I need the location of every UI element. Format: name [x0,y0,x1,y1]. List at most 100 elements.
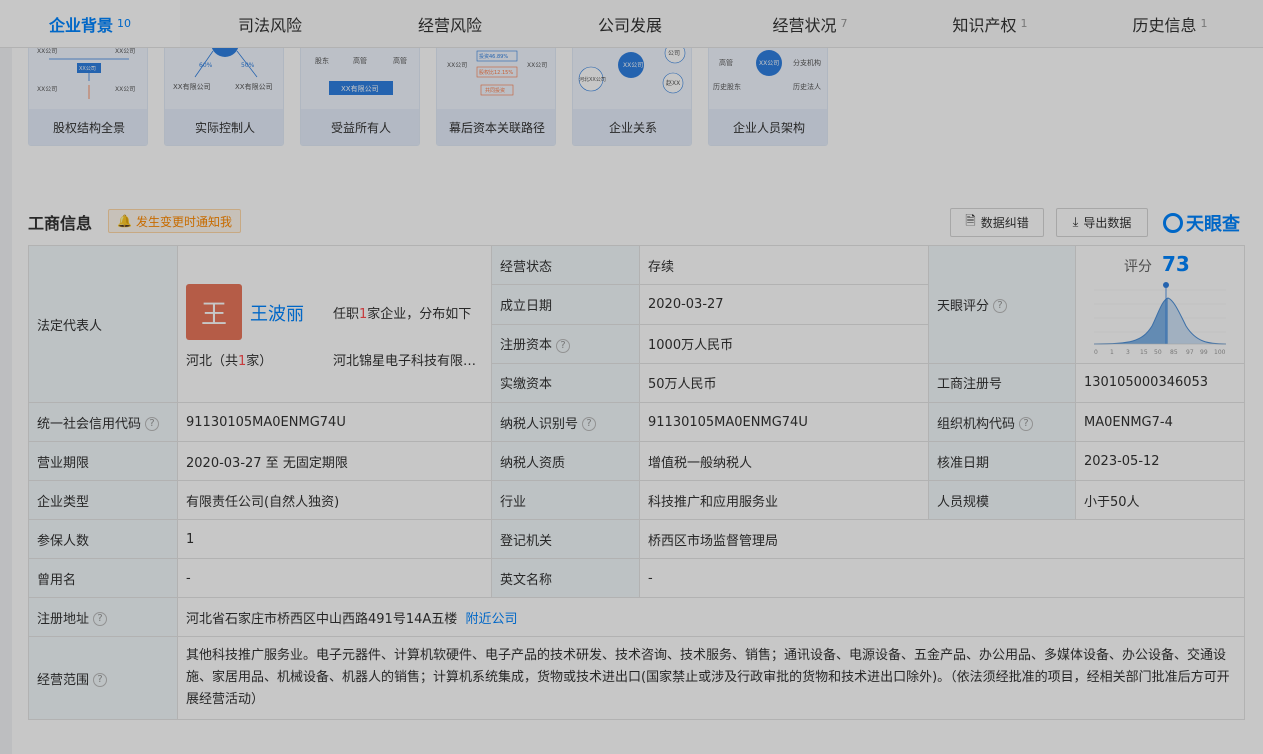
axis-tick: 0 [1094,349,1098,356]
tab-business-risk[interactable]: 经营风险 [360,0,540,47]
tab-badge: 10 [117,17,131,30]
card-beneficial-owner[interactable]: 股东 高管 高管 XX有限公司 受益所有人 [300,36,420,146]
card-equity-structure[interactable]: XX公司 XX公司 XX公司 XX公司 XX公司 股权结构全景 [28,36,148,146]
tab-label: 公司发展 [597,15,662,35]
tab-badge: 1 [1200,17,1208,30]
download-icon: ⤓ [1072,215,1079,230]
change-notify-button[interactable]: 🔔 发生变更时通知我 [108,209,241,233]
legal-rep-label: 法定代表人 [28,245,178,403]
legal-rep-region[interactable]: 河北（共1家） [186,350,272,369]
term-value: 2020-03-27 至 无固定期限 [177,441,492,481]
business-info-table: 法定代表人 王 王波丽 任职1家企业，分布如下 河北（共1家） 河北锦星电子科技… [28,244,1245,720]
industry-label: 行业 [491,480,640,520]
logo-text: 天眼查 [1186,213,1240,235]
tianyancha-logo: 天眼查 [1163,208,1240,237]
svg-text:股权比12.15%: 股权比12.15% [479,69,513,76]
card-enterprise-relation[interactable]: XX公司 公司 河北XX公司 赵XX 企业关系 [572,36,692,146]
page: 企业背景 10 司法风险 经营风险 公司发展 经营状况 7 知识产权 1 历史信息 1 … [0,0,1263,754]
export-label: 导出数据 [1083,216,1132,230]
authority-value: 桥西区市场监督管理局 [639,519,1245,559]
actual-controller-diagram-icon: 60% 50% XX有限公司 XX有限公司 [173,37,273,91]
tax-qual-value: 增值税一般纳税人 [639,441,929,481]
graph-cards: XX公司 XX公司 XX公司 XX公司 XX公司 股权结构全景 60% 50% … [28,36,828,146]
legal-rep-company-link[interactable]: 河北锦星电子科技有限公司 [333,350,483,369]
svg-text:XX公司: XX公司 [447,62,467,69]
found-date-label: 成立日期 [491,284,640,325]
avatar[interactable]: 王 [186,284,242,340]
english-name-value: - [639,558,1245,598]
help-icon[interactable]: ? [1019,417,1034,431]
svg-text:XX公司: XX公司 [115,86,135,93]
score-cell[interactable]: 评分 73 0 1 3 15 50 85 97 99 100 [1075,245,1245,364]
scope-value: 其他科技推广服务业。电子元器件、计算机软硬件、电子产品的技术研发、技术咨询、技术… [177,636,1245,720]
tab-company-background[interactable]: 企业背景 10 [0,0,180,47]
help-icon[interactable]: ? [93,612,108,626]
svg-text:历史法人: 历史法人 [793,82,821,91]
authority-label: 登记机关 [491,519,640,559]
svg-text:XX有限公司: XX有限公司 [235,82,273,91]
help-icon[interactable]: ? [93,673,108,687]
legal-rep-name-link[interactable]: 王波丽 [250,300,304,326]
industry-value: 科技推广和应用服务业 [639,480,929,520]
address-cell: 河北省石家庄市桥西区中山西路491号14A五楼 附近公司 [177,597,1245,637]
capital-path-diagram-icon: 投资46.89% XX公司 XX公司 股权比12.15% 共同投资 [447,50,547,96]
tax-qual-label: 纳税人资质 [491,441,640,481]
svg-text:XX公司: XX公司 [623,62,643,69]
help-icon[interactable]: ? [993,299,1008,314]
bell-icon: 🔔 [117,214,132,228]
term-label: 营业期限 [28,441,178,481]
tab-label: 企业背景 [48,15,113,35]
axis-tick: 85 [1170,349,1178,356]
former-name-label: 曾用名 [28,558,178,598]
axis-tick: 15 [1140,349,1148,356]
svg-text:XX公司: XX公司 [527,62,547,69]
beneficial-owner-diagram-icon: 股东 高管 高管 XX有限公司 [315,56,407,95]
export-data-button[interactable]: ⤓ 导出数据 [1056,208,1148,237]
svg-text:公司: 公司 [668,50,680,57]
axis-tick: 50 [1154,349,1162,356]
svg-text:高管: 高管 [353,56,367,65]
help-icon[interactable]: ? [145,417,160,431]
address-value: 河北省石家庄市桥西区中山西路491号14A五楼 [186,611,458,627]
svg-text:50%: 50% [241,62,255,69]
help-icon[interactable]: ? [582,417,597,431]
svg-text:60%: 60% [199,62,213,69]
svg-text:XX公司: XX公司 [37,48,57,55]
score-marker-icon [1163,282,1169,288]
company-type-label: 企业类型 [28,480,178,520]
document-icon: 🗎 [965,213,976,229]
score-label-cell: 天眼评分? [928,245,1076,364]
svg-text:赵XX: 赵XX [666,79,680,87]
svg-text:投资46.89%: 投资46.89% [479,53,508,60]
approve-date-label: 核准日期 [928,441,1076,481]
table-row: 参保人数 1 登记机关 桥西区市场监督管理局 [28,519,1245,559]
data-correction-button[interactable]: 🗎 数据纠错 [950,208,1044,237]
reg-no-label: 工商注册号 [928,362,1076,404]
card-personnel-structure[interactable]: XX公司 高管 分支机构 历史股东 历史法人 企业人员架构 [708,36,828,146]
card-capital-path[interactable]: 投资46.89% XX公司 XX公司 股权比12.15% 共同投资 幕后资本关联… [436,36,556,146]
card-actual-controller[interactable]: 60% 50% XX有限公司 XX有限公司 实际控制人 [164,36,284,146]
staff-size-label: 人员规模 [928,480,1076,520]
tab-intellectual-property[interactable]: 知识产权 1 [900,0,1080,47]
correct-label: 数据纠错 [980,216,1029,230]
logo-mark-icon [1163,212,1183,233]
section-title: 工商信息 [28,214,93,233]
table-row: 企业类型 有限责任公司(自然人独资) 行业 科技推广和应用服务业 人员规模 小于… [28,480,1245,520]
svg-text:高管: 高管 [393,56,407,65]
tab-judicial-risk[interactable]: 司法风险 [180,0,360,47]
tab-history[interactable]: 历史信息 1 [1080,0,1260,47]
nearby-companies-link[interactable]: 附近公司 [466,612,518,627]
svg-text:XX有限公司: XX有限公司 [341,84,379,93]
credit-code-value: 91130105MA0ENMG74U [177,402,492,442]
org-code-value: MA0ENMG7-4 [1075,402,1245,442]
notify-label: 发生变更时通知我 [135,214,232,229]
tab-business-status[interactable]: 经营状况 7 [720,0,900,47]
tab-label: 知识产权 [952,15,1017,35]
help-icon[interactable]: ? [556,338,571,353]
personnel-structure-diagram-icon: XX公司 高管 分支机构 历史股东 历史法人 [713,50,821,91]
svg-text:XX有限公司: XX有限公司 [173,82,211,91]
tab-company-development[interactable]: 公司发展 [540,0,720,47]
svg-text:历史股东: 历史股东 [713,82,741,91]
reg-capital-label-cell: 注册资本? [491,323,640,364]
card-caption: 企业关系 [573,109,691,145]
